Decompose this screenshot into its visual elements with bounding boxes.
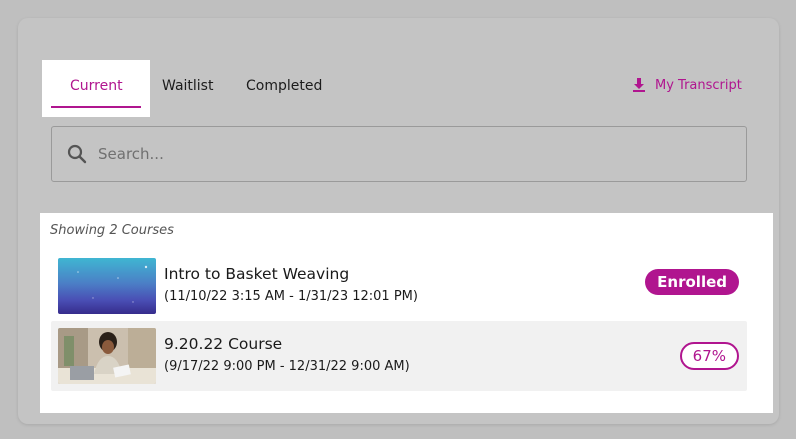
course-dates: (11/10/22 3:15 AM - 1/31/23 12:01 PM) [164, 289, 418, 304]
tab-current-label[interactable]: Current [70, 78, 123, 94]
search-input[interactable] [96, 144, 700, 164]
course-list-panel: Showing 2 Courses Intro to Basket Weavin… [40, 213, 773, 413]
active-tab-indicator [51, 106, 141, 108]
course-count-label: Showing 2 Courses [50, 223, 174, 238]
my-transcript-label: My Transcript [655, 77, 742, 93]
tab-waitlist[interactable]: Waitlist [162, 78, 213, 94]
progress-badge: 67% [679, 342, 739, 370]
tab-completed[interactable]: Completed [246, 78, 322, 94]
course-thumbnail [58, 258, 156, 314]
course-row[interactable]: 9.20.22 Course (9/17/22 9:00 PM - 12/31/… [51, 321, 747, 391]
my-transcript-link[interactable]: My Transcript [632, 77, 742, 93]
download-icon [633, 78, 645, 92]
course-row[interactable]: Intro to Basket Weaving (11/10/22 3:15 A… [51, 251, 747, 321]
course-title[interactable]: 9.20.22 Course [164, 335, 282, 353]
course-dates: (9/17/22 9:00 PM - 12/31/22 9:00 AM) [164, 359, 410, 374]
course-thumbnail [58, 328, 156, 384]
search-box[interactable] [51, 126, 747, 182]
status-badge: Enrolled [645, 269, 739, 295]
search-icon [67, 144, 87, 164]
course-title[interactable]: Intro to Basket Weaving [164, 265, 349, 283]
